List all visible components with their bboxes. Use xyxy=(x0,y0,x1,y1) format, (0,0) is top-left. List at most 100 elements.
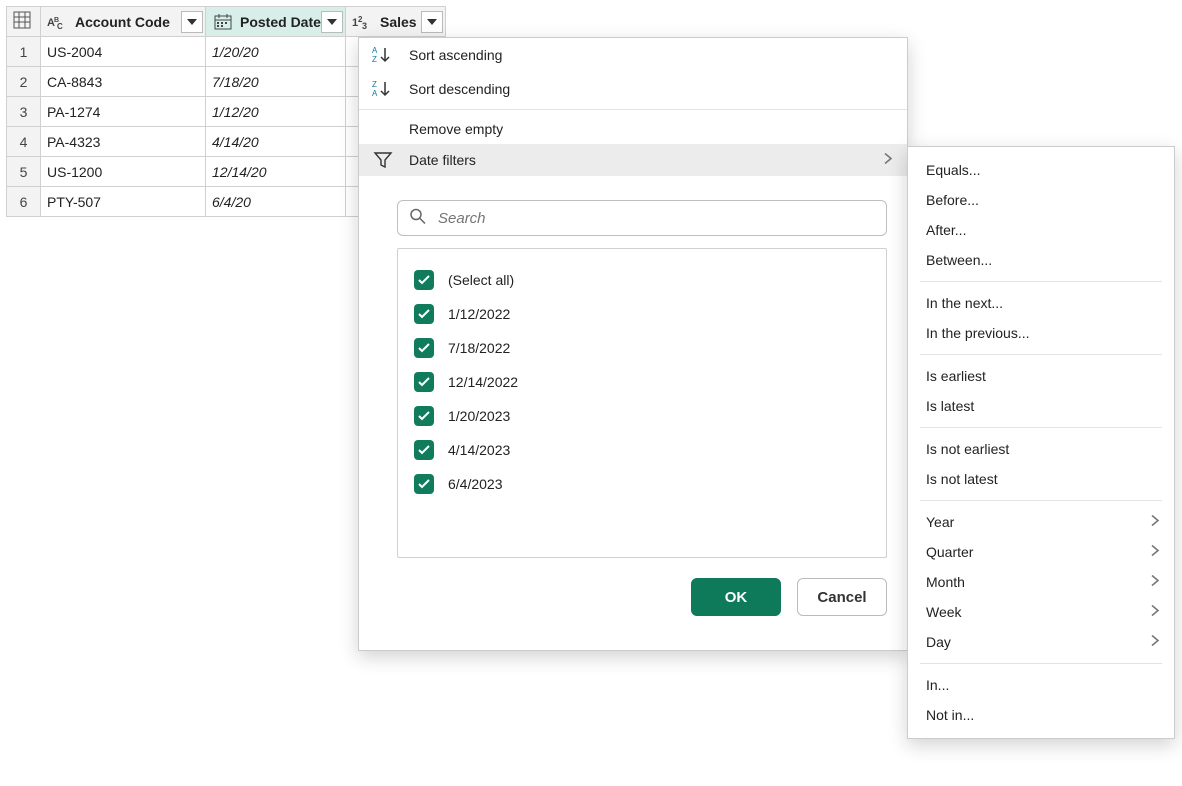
cell-posted-date[interactable]: 12/14/20 xyxy=(206,157,346,187)
menu-item-label: Sort ascending xyxy=(409,47,502,63)
cancel-button[interactable]: Cancel xyxy=(797,578,887,616)
menu-item-label: Year xyxy=(926,514,954,530)
menu-item-label: Day xyxy=(926,634,951,650)
menu-divider xyxy=(920,427,1162,428)
filter-day-item[interactable]: Day xyxy=(908,627,1174,657)
menu-item-label: Sort descending xyxy=(409,81,510,97)
column-label: Sales xyxy=(380,14,417,30)
filter-is-earliest-item[interactable]: Is earliest xyxy=(908,361,1174,391)
column-label: Posted Date xyxy=(240,14,321,30)
filter-year-item[interactable]: Year xyxy=(908,507,1174,537)
number-type-icon: 123 xyxy=(352,14,374,30)
column-filter-button[interactable] xyxy=(321,11,343,33)
filter-after-item[interactable]: After... xyxy=(908,215,1174,245)
checkbox-checked-icon[interactable] xyxy=(414,304,434,324)
text-type-icon: ABC xyxy=(47,14,69,30)
filter-is-not-latest-item[interactable]: Is not latest xyxy=(908,464,1174,494)
checkbox-checked-icon[interactable] xyxy=(414,338,434,358)
cell-account[interactable]: US-1200 xyxy=(41,157,206,187)
filter-equals-item[interactable]: Equals... xyxy=(908,155,1174,185)
row-number: 6 xyxy=(7,187,41,217)
filter-icon xyxy=(371,151,395,169)
chevron-right-icon xyxy=(1150,604,1160,621)
cell-account[interactable]: PA-1274 xyxy=(41,97,206,127)
filter-value-label: 1/12/2022 xyxy=(448,306,510,322)
svg-text:C: C xyxy=(57,22,63,30)
filter-month-item[interactable]: Month xyxy=(908,567,1174,597)
checkbox-checked-icon[interactable] xyxy=(414,406,434,426)
row-number: 4 xyxy=(7,127,41,157)
cell-account[interactable]: US-2004 xyxy=(41,37,206,67)
search-input[interactable] xyxy=(397,200,887,236)
table-corner[interactable] xyxy=(7,7,41,37)
chevron-right-icon xyxy=(1150,514,1160,531)
filter-value-list[interactable]: (Select all) 1/12/2022 7/18/2022 12/14/2… xyxy=(397,248,887,558)
filter-value-label: 12/14/2022 xyxy=(448,374,518,390)
ok-button[interactable]: OK xyxy=(691,578,781,616)
column-filter-panel: A Z Sort ascending Z A Sort descending R… xyxy=(358,37,908,651)
menu-item-label: Date filters xyxy=(409,152,476,168)
search-box xyxy=(397,200,887,236)
filter-in-item[interactable]: In... xyxy=(908,670,1174,700)
filter-value-label: 6/4/2023 xyxy=(448,476,503,492)
search-icon xyxy=(409,208,427,229)
filter-before-item[interactable]: Before... xyxy=(908,185,1174,215)
svg-text:A: A xyxy=(372,89,378,98)
filter-value-label: (Select all) xyxy=(448,272,514,288)
cell-posted-date[interactable]: 4/14/20 xyxy=(206,127,346,157)
cell-posted-date[interactable]: 6/4/20 xyxy=(206,187,346,217)
date-filters-item[interactable]: Date filters xyxy=(359,144,907,176)
chevron-right-icon xyxy=(1150,574,1160,591)
filter-is-not-earliest-item[interactable]: Is not earliest xyxy=(908,434,1174,464)
menu-item-label: Month xyxy=(926,574,965,590)
filter-value-item[interactable]: 1/20/2023 xyxy=(398,399,886,433)
row-number: 2 xyxy=(7,67,41,97)
filter-in-next-item[interactable]: In the next... xyxy=(908,288,1174,318)
filter-quarter-item[interactable]: Quarter xyxy=(908,537,1174,567)
row-number: 1 xyxy=(7,37,41,67)
row-number: 3 xyxy=(7,97,41,127)
checkbox-checked-icon[interactable] xyxy=(414,270,434,290)
filter-not-in-item[interactable]: Not in... xyxy=(908,700,1174,730)
menu-item-label: Remove empty xyxy=(409,121,503,137)
cell-posted-date[interactable]: 1/12/20 xyxy=(206,97,346,127)
filter-value-item[interactable]: 1/12/2022 xyxy=(398,297,886,331)
menu-item-label: Quarter xyxy=(926,544,973,560)
menu-divider xyxy=(920,500,1162,501)
column-filter-button[interactable] xyxy=(181,11,203,33)
filter-between-item[interactable]: Between... xyxy=(908,245,1174,275)
sort-descending-item[interactable]: Z A Sort descending xyxy=(359,72,907,110)
filter-in-previous-item[interactable]: In the previous... xyxy=(908,318,1174,348)
svg-text:Z: Z xyxy=(372,80,377,89)
filter-value-label: 1/20/2023 xyxy=(448,408,510,424)
svg-text:Z: Z xyxy=(372,55,377,64)
sort-ascending-item[interactable]: A Z Sort ascending xyxy=(359,38,907,72)
chevron-right-icon xyxy=(883,152,893,169)
cell-posted-date[interactable]: 1/20/20 xyxy=(206,37,346,67)
menu-divider xyxy=(920,663,1162,664)
filter-value-item[interactable]: 12/14/2022 xyxy=(398,365,886,399)
checkbox-checked-icon[interactable] xyxy=(414,372,434,392)
date-type-icon xyxy=(212,14,234,30)
filter-value-item[interactable]: 6/4/2023 xyxy=(398,467,886,501)
filter-value-item[interactable]: 4/14/2023 xyxy=(398,433,886,467)
checkbox-checked-icon[interactable] xyxy=(414,474,434,494)
column-header-posted-date[interactable]: Posted Date xyxy=(206,7,346,37)
filter-is-latest-item[interactable]: Is latest xyxy=(908,391,1174,421)
menu-divider xyxy=(920,281,1162,282)
filter-value-item[interactable]: 7/18/2022 xyxy=(398,331,886,365)
filter-value-select-all[interactable]: (Select all) xyxy=(398,263,886,297)
filter-week-item[interactable]: Week xyxy=(908,597,1174,627)
cell-account[interactable]: CA-8843 xyxy=(41,67,206,97)
column-filter-button[interactable] xyxy=(421,11,443,33)
column-header-account-code[interactable]: ABC Account Code xyxy=(41,7,206,37)
column-label: Account Code xyxy=(75,14,170,30)
chevron-right-icon xyxy=(1150,544,1160,561)
remove-empty-item[interactable]: Remove empty xyxy=(359,114,907,144)
column-header-sales[interactable]: 123 Sales xyxy=(346,7,446,37)
checkbox-checked-icon[interactable] xyxy=(414,440,434,460)
cell-account[interactable]: PTY-507 xyxy=(41,187,206,217)
cell-posted-date[interactable]: 7/18/20 xyxy=(206,67,346,97)
menu-item-label: Week xyxy=(926,604,962,620)
cell-account[interactable]: PA-4323 xyxy=(41,127,206,157)
